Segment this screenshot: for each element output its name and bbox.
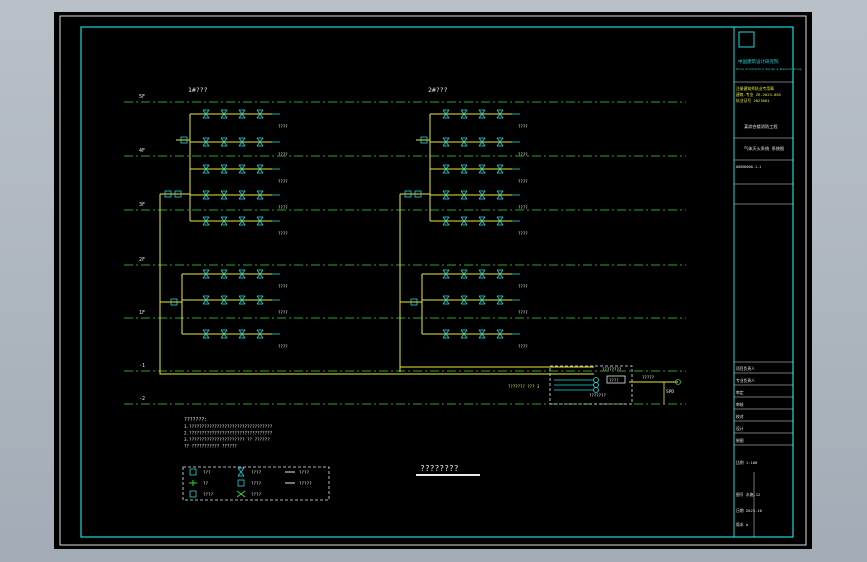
notes-line: 2.????????????????????????????????? — [184, 431, 273, 436]
branch-tag: ???? — [518, 179, 528, 184]
device-left-label: ??????? ??? 3 — [508, 384, 540, 389]
branch-tag: ???? — [278, 179, 288, 184]
inner-border — [80, 26, 794, 538]
branch-tag: ???? — [518, 284, 528, 289]
legend-label: ???? — [203, 492, 214, 497]
branch-tag: ???? — [518, 231, 528, 236]
nozzle-symbol — [237, 467, 245, 477]
schematic-drawing: 5F 4F 3F 2F 1F -1 -2 1#????????????????????????… — [59, 15, 807, 546]
notes-line: 1.????????????????????????????????? — [184, 424, 273, 429]
title-block-row-label: 设计 — [736, 426, 744, 431]
notes-title: ???????: — [184, 417, 207, 423]
branch-tag: ???? — [278, 231, 288, 236]
notes-line: 3.?????????????????????? ?? ?????? — [184, 437, 270, 442]
title-block-row-label: 制图 — [736, 438, 744, 443]
sheet-number: 00000000-1-1 — [736, 165, 761, 169]
legend-tee-symbol — [189, 480, 197, 486]
general-notes: ???????:1.??????????????????????????????… — [184, 417, 273, 449]
legend-label: ????? — [299, 481, 312, 486]
arrow-label: ????? — [642, 375, 655, 380]
title-block-row-label: 审定 — [736, 390, 744, 395]
stamp-line: 执业证号 2023001 — [736, 98, 770, 103]
legend-label: ???? — [299, 470, 310, 475]
legend-label: ?? — [203, 481, 209, 486]
floor-lines: 5F 4F 3F 2F 1F -1 -2 — [124, 94, 686, 405]
title-block: 中国建筑设计研究院 China Architecture Design & Res… — [734, 31, 802, 537]
title-block-row-label: 专业负责人 — [736, 378, 755, 383]
device-bottom-label: ??????? — [589, 393, 606, 398]
drawing-canvas[interactable]: 5F 4F 3F 2F 1F -1 -2 1#????????????????????????… — [54, 12, 812, 549]
device-top-label: ???????? — [602, 367, 622, 372]
group-title: 2#??? — [428, 86, 448, 94]
branch-tag: ???? — [278, 310, 288, 315]
device-fitting — [593, 377, 599, 383]
scale-field: 比例 1:100 — [736, 460, 758, 465]
stamp-line: 建筑-专业 ZR-2023-085 — [736, 92, 781, 97]
cad-viewport[interactable]: 5F 4F 3F 2F 1F -1 -2 1#????????????????????????… — [0, 0, 867, 562]
storage-device: ??????????????????? ??????? ??? 3 SPD????? — [508, 365, 681, 405]
spd-label: SPD — [666, 389, 674, 395]
legend-valve-symbol — [237, 479, 245, 487]
drawing-title: ???????? — [420, 464, 459, 473]
branch-tag: ???? — [518, 124, 528, 129]
revision-field: 版本 A — [736, 522, 749, 527]
branch-tag: ???? — [518, 344, 528, 349]
pipe-group-2: 2#??????????????????????????????????? — [399, 86, 528, 372]
branch-tag: ???? — [518, 205, 528, 210]
branch-tag: ???? — [518, 152, 528, 157]
pipe-group-1: 1#??????????????????????????????????? — [159, 86, 288, 372]
device-box-label: ???? — [609, 378, 619, 383]
floor-label: 5F — [139, 94, 145, 100]
floor-label: -1 — [139, 363, 145, 369]
branch-tag: ???? — [278, 124, 288, 129]
branch-tag: ???? — [278, 152, 288, 157]
supply-pipe-1 — [159, 372, 594, 375]
stamp-line: 注册建筑师执业专用章 — [736, 86, 774, 91]
legend-label: ???? — [251, 481, 262, 486]
supply-pipe-2 — [399, 366, 594, 372]
drawing-number-field: 图号 水施-12 — [736, 492, 760, 497]
institute-name-en: China Architecture Design & Research Gro… — [736, 67, 802, 71]
title-block-row-label: 审核 — [736, 402, 744, 407]
project-name: 某综合楼消防工程 — [744, 123, 778, 130]
floor-label: 1F — [139, 310, 145, 316]
floor-label: 3F — [139, 202, 145, 208]
legend: ?????????????????????????????? — [182, 466, 330, 501]
branch-tag: ???? — [518, 310, 528, 315]
title-block-row-label: 项目负责人 — [736, 366, 755, 371]
floor-label: 4F — [139, 148, 145, 154]
device-fitting — [593, 387, 599, 393]
legend-valve-symbol — [189, 468, 197, 476]
date-field: 日期 2023.10 — [736, 508, 763, 513]
branch-tag: ???? — [278, 205, 288, 210]
floor-label: 2F — [139, 257, 145, 263]
institute-name: 中国建筑设计研究院 — [738, 58, 779, 65]
group-title: 1#??? — [188, 86, 208, 94]
legend-valve-symbol — [189, 490, 197, 498]
branch-tag: ???? — [278, 344, 288, 349]
notes-line: ?? ??????????? ?????? — [184, 444, 237, 449]
legend-label: ??? — [203, 470, 211, 475]
floor-label: -2 — [139, 396, 145, 402]
title-block-row-label: 校对 — [736, 414, 744, 419]
device-fitting — [593, 382, 599, 388]
branch-tag: ???? — [278, 284, 288, 289]
institute-logo — [738, 31, 755, 48]
legend-label: ???? — [251, 492, 262, 497]
subproject-name: 气体灭火系统 系统图 — [744, 145, 784, 152]
legend-label: ???? — [251, 470, 262, 475]
